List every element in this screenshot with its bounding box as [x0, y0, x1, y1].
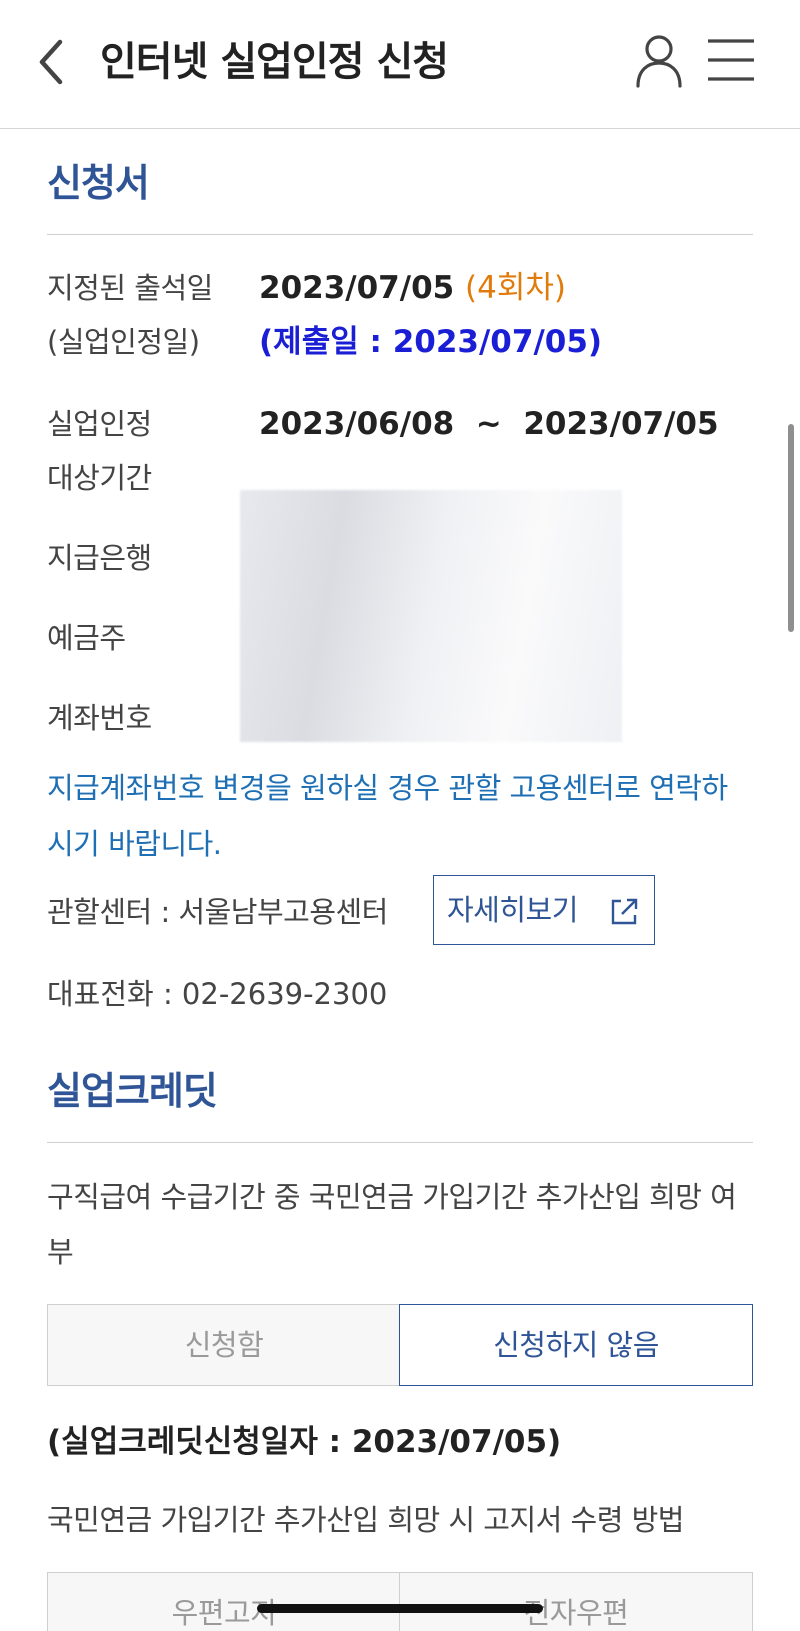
option-email-button[interactable]: 전자우편 [399, 1572, 753, 1631]
option-postal-button[interactable]: 우편고지 [47, 1572, 401, 1631]
submission-date: (제출일 : 2023/07/05) [259, 324, 603, 360]
center-phone: 대표전화 : 02-2639-2300 [47, 977, 388, 1011]
chevron-left-icon [39, 39, 63, 85]
period-value: 2023/06/08 ~ 2023/07/05 [259, 406, 719, 442]
menu-button[interactable] [706, 36, 756, 84]
option-apply-button[interactable]: 신청함 [47, 1304, 401, 1386]
user-icon [636, 35, 682, 88]
external-link-icon [611, 898, 638, 925]
page-title: 인터넷 실업인정 신청 [100, 39, 449, 85]
section-title-application: 신청서 [47, 161, 150, 205]
notice-method-question: 국민연금 가입기간 추가산입 희망 시 고지서 수령 방법 [47, 1503, 685, 1537]
period-label: 실업인정 [47, 407, 152, 441]
account-holder-label: 예금주 [47, 621, 126, 655]
detail-view-button[interactable]: 자세히보기 [433, 875, 655, 945]
bank-label: 지급은행 [47, 541, 152, 575]
back-button[interactable] [30, 34, 80, 90]
attendance-label: 지정된 출석일 [47, 271, 213, 305]
credit-question: 구직급여 수급기간 중 국민연금 가입기간 추가산입 희망 여부 [47, 1180, 737, 1269]
attendance-value: 2023/07/05 (4회차) [259, 268, 566, 308]
credit-apply-date: (실업크레딧신청일자 : 2023/07/05) [47, 1424, 562, 1460]
section-title-credit: 실업크레딧 [47, 1069, 218, 1113]
account-number-label: 계좌번호 [47, 701, 152, 735]
option-not-apply-button[interactable]: 신청하지 않음 [399, 1304, 753, 1386]
home-indicator [257, 1604, 543, 1613]
period-sub-label: 대상기간 [47, 461, 152, 495]
divider [47, 234, 753, 235]
divider [47, 1142, 753, 1143]
app-header: 인터넷 실업인정 신청 [0, 0, 800, 129]
attendance-round: (4회차) [465, 270, 566, 306]
center-label: 관할센터 : 서울남부고용센터 [47, 895, 388, 929]
user-button[interactable] [634, 32, 684, 88]
redacted-account-info [240, 490, 622, 742]
detail-button-label: 자세히보기 [447, 893, 578, 927]
account-change-notice: 지급계좌번호 변경을 원하실 경우 관할 고용센터로 연락하시기 바랍니다. [47, 771, 728, 861]
hamburger-menu-icon [708, 39, 754, 81]
attendance-sub-label: (실업인정일) [47, 325, 200, 359]
attendance-date: 2023/07/05 [259, 270, 455, 306]
scrollbar[interactable] [788, 424, 794, 632]
